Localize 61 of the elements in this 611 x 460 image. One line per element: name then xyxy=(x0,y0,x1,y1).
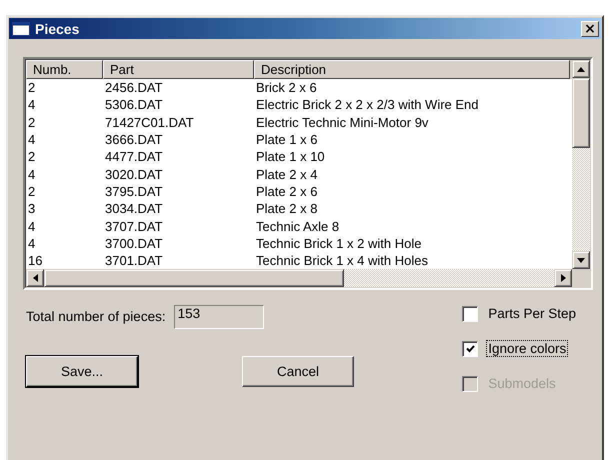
checkmark-icon xyxy=(466,344,475,352)
window-title: Pieces xyxy=(35,20,80,36)
horizontal-scrollbar[interactable] xyxy=(26,269,572,287)
dialog-button[interactable]: Cancel xyxy=(242,356,354,387)
checkbox-label[interactable]: Ignore colors xyxy=(486,340,568,357)
window-icon xyxy=(12,22,30,36)
dialog-button[interactable]: Save... xyxy=(26,356,138,387)
scroll-thumb[interactable] xyxy=(572,78,590,148)
table-cell-text: Plate 2 x 4 xyxy=(255,166,318,182)
table-cell-text: 3707.DAT xyxy=(104,218,164,234)
table-cell-text: Plate 2 x 8 xyxy=(255,201,318,216)
table-cell-text: 2 xyxy=(27,80,36,96)
table-cell-text: 71427C01.DAT xyxy=(104,114,195,130)
table-cell-text: Plate 2 x 6 xyxy=(255,184,318,199)
table-cell-text: 2456.DAT xyxy=(104,80,164,96)
table-cell-text: 3795.DAT xyxy=(104,184,164,199)
checkbox[interactable] xyxy=(462,340,478,356)
scroll-thumb[interactable] xyxy=(44,269,344,287)
table-cell-text: 4 xyxy=(27,218,36,234)
table-cell-text: Technic Brick 1 x 2 with Hole xyxy=(255,236,422,251)
column-header[interactable]: Part xyxy=(103,60,254,79)
table-cell-text: Plate 1 x 10 xyxy=(255,149,326,164)
table-cell-text: Brick 2 x 6 xyxy=(255,80,318,96)
scroll-right-button[interactable] xyxy=(554,269,572,287)
table-cell-text: Electric Brick 2 x 2 x 2/3 with Wire End xyxy=(255,97,480,112)
column-header[interactable]: Description xyxy=(254,60,570,79)
checkbox-label[interactable]: Parts Per Step xyxy=(486,305,578,322)
up-arrow-icon xyxy=(577,66,585,72)
right-arrow-icon xyxy=(560,274,566,282)
table-cell-text: 3701.DAT xyxy=(104,253,164,268)
total-label: Total number of pieces: xyxy=(26,309,166,324)
total-field: 153 xyxy=(174,304,264,328)
table-cell-text: 4 xyxy=(27,236,36,251)
vertical-scrollbar[interactable] xyxy=(572,60,590,287)
table-cell-text: 2 xyxy=(27,114,36,130)
scroll-up-button[interactable] xyxy=(572,60,590,78)
table-cell-text: 4477.DAT xyxy=(104,149,164,164)
table-cell-text: 2 xyxy=(27,149,36,164)
table-cell-text: 2 xyxy=(27,184,36,199)
close-button[interactable]: × xyxy=(581,20,599,36)
table-cell-text: 3666.DAT xyxy=(104,132,164,148)
left-arrow-icon xyxy=(32,274,38,282)
scroll-down-button[interactable] xyxy=(572,251,590,269)
table-cell-text: Technic Brick 1 x 4 with Holes xyxy=(255,253,429,268)
table-cell-text: 3 xyxy=(27,201,36,216)
table-cell-text: 4 xyxy=(27,132,36,148)
checkbox[interactable] xyxy=(462,306,478,322)
scroll-left-button[interactable] xyxy=(26,269,44,287)
table-cell-text: 3034.DAT xyxy=(104,201,164,216)
table-cell-text: 4 xyxy=(27,97,36,112)
table-cell-text: Electric Technic Mini-Motor 9v xyxy=(255,114,430,130)
table-cell-text: 3700.DAT xyxy=(104,236,164,251)
table-cell-text: 5306.DAT xyxy=(104,97,164,112)
column-header[interactable]: Numb. xyxy=(26,60,103,79)
table-cell-text: Technic Axle 8 xyxy=(255,218,340,234)
down-arrow-icon xyxy=(577,258,585,262)
table-cell-text: Plate 1 x 6 xyxy=(255,132,318,148)
table-cell-text: 16 xyxy=(27,253,44,268)
scrollbar-corner xyxy=(572,269,590,287)
table-cell-text: 3020.DAT xyxy=(104,166,164,182)
table-cell-text: 4 xyxy=(27,166,36,182)
